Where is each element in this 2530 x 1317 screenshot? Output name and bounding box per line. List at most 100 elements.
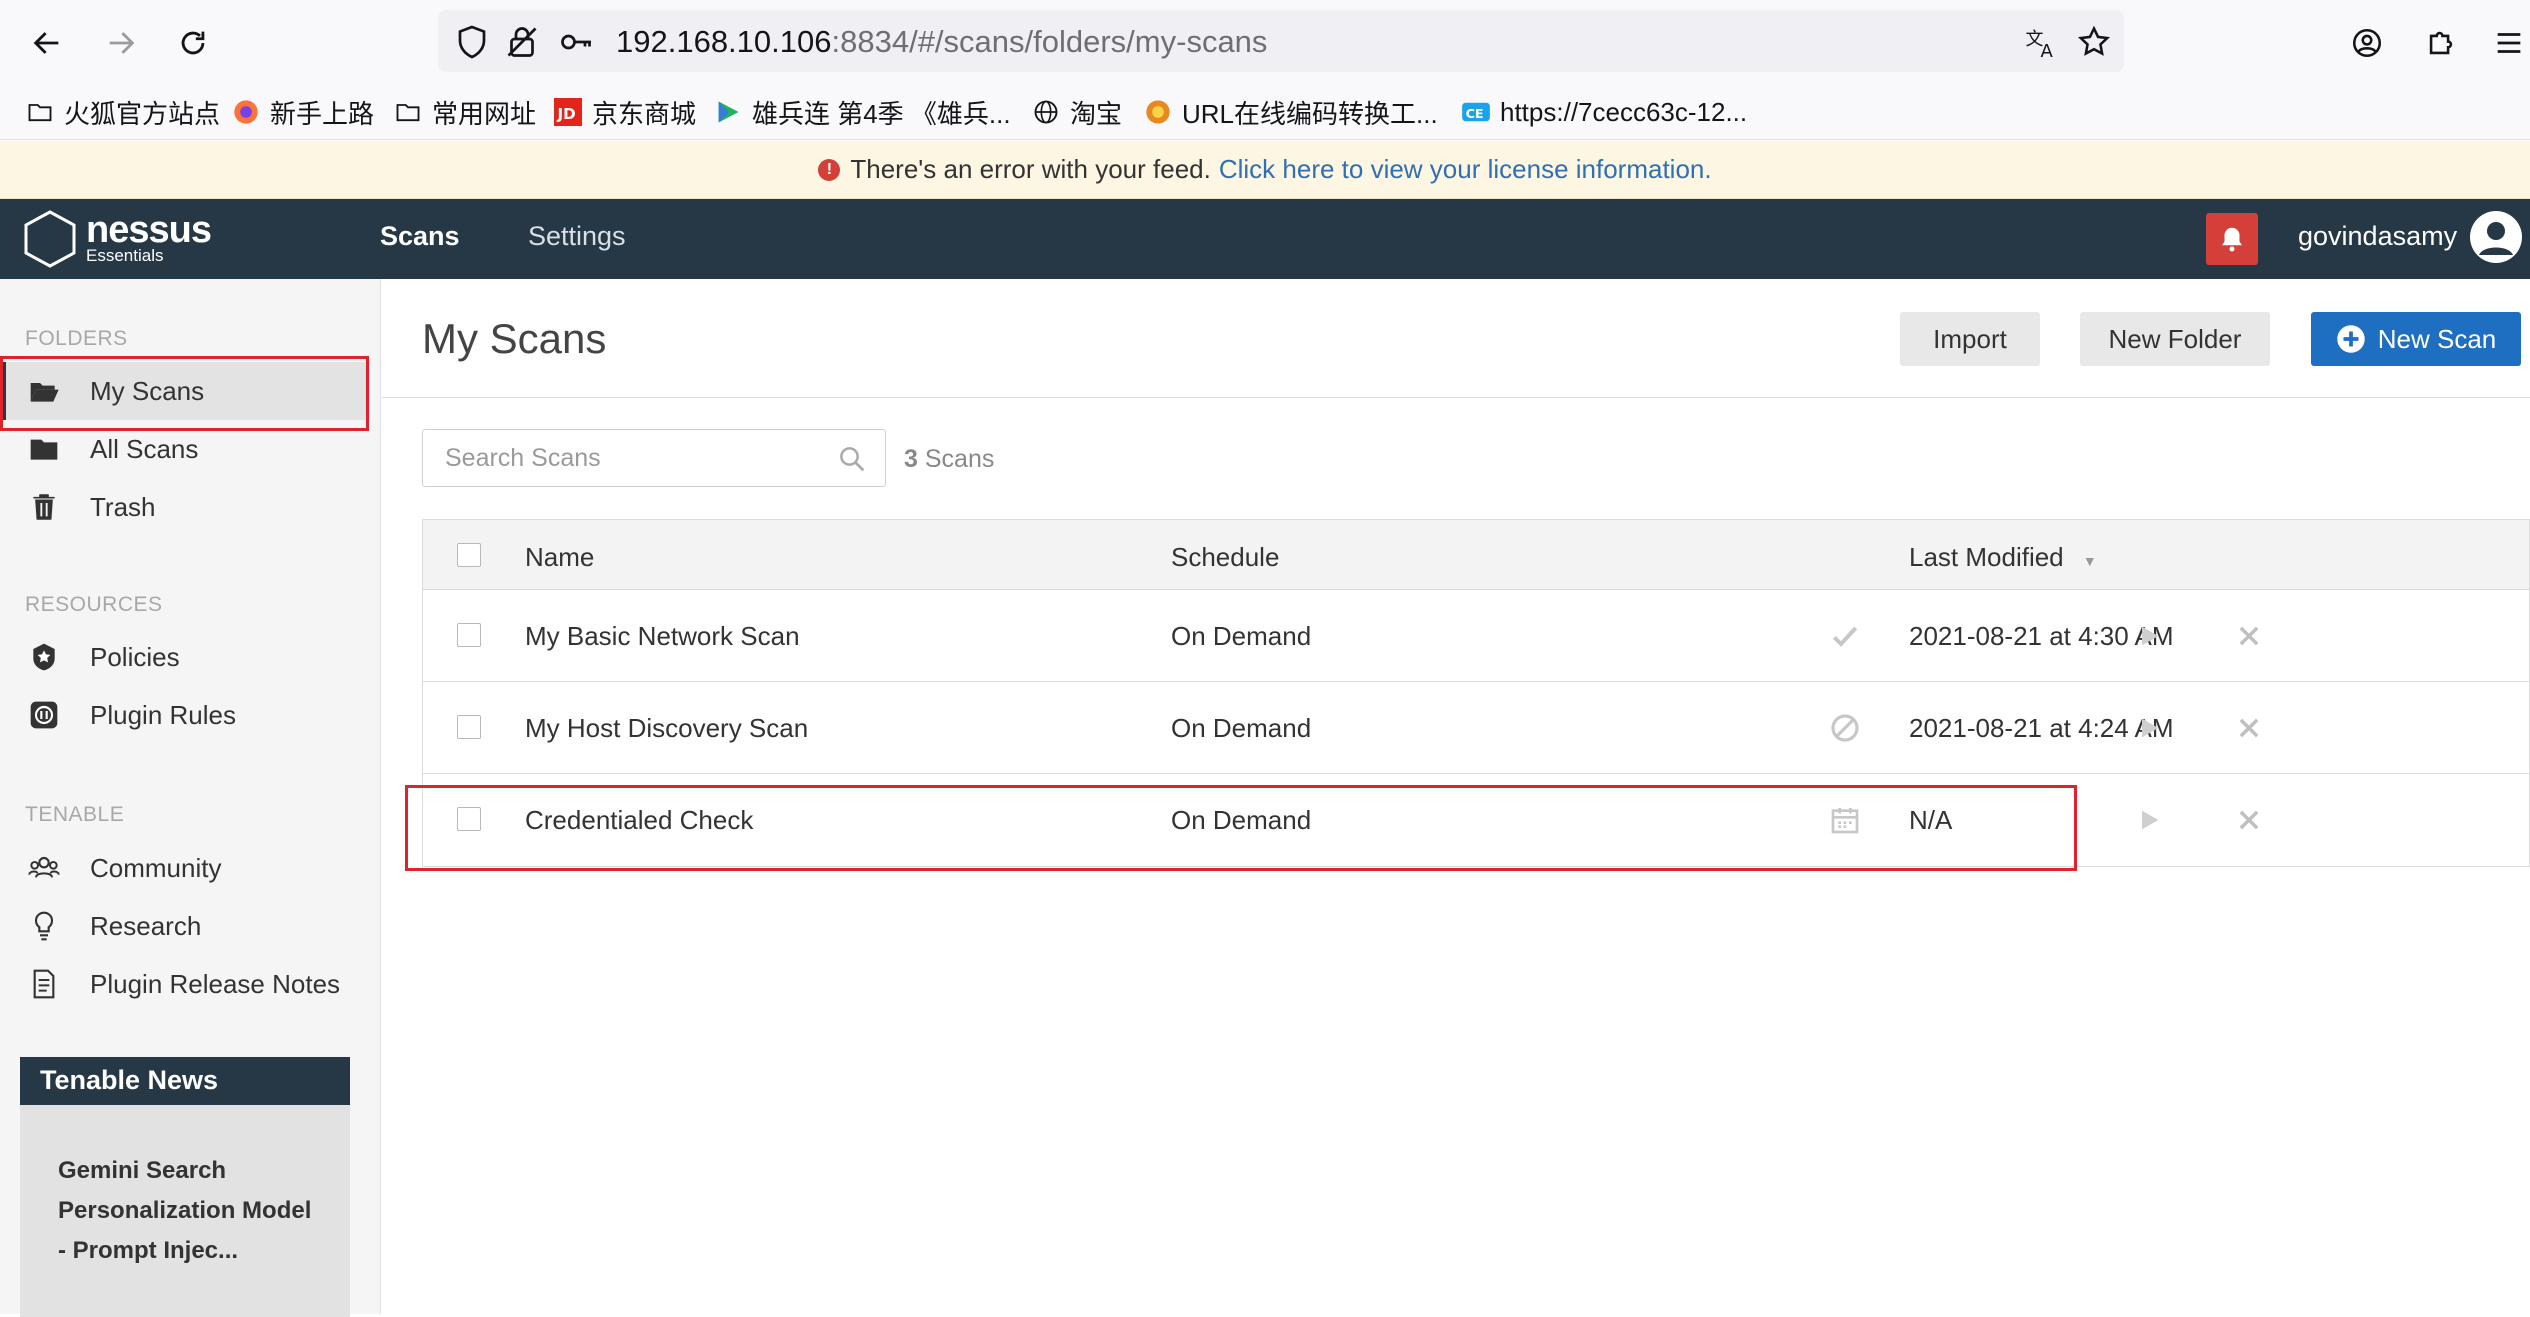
globe-icon: [1030, 96, 1062, 128]
launch-play-icon[interactable]: [2135, 714, 2163, 742]
lightbulb-icon: [34, 911, 54, 941]
document-icon: [33, 969, 55, 999]
highlight-box-credentialed-check: [405, 785, 2077, 871]
hexagon-logo-icon: [24, 210, 76, 268]
play-icon: [712, 96, 744, 128]
folders-section-label: FOLDERS: [25, 327, 128, 350]
reload-button[interactable]: [166, 16, 220, 70]
select-all-checkbox[interactable]: [457, 543, 481, 567]
bookmark-item[interactable]: URL在线编码转换工...: [1142, 92, 1438, 132]
import-button[interactable]: Import: [1900, 312, 2040, 366]
license-link[interactable]: Click here to view your license informat…: [1219, 154, 1712, 185]
sidebar-item-trash[interactable]: Trash: [0, 478, 370, 536]
column-header-name[interactable]: Name: [525, 542, 594, 573]
bookmark-star-icon[interactable]: [2076, 24, 2112, 60]
username[interactable]: govindasamy: [2298, 221, 2457, 252]
tool-icon: [1142, 96, 1174, 128]
svg-text:A: A: [2041, 41, 2054, 60]
canceled-icon: [1831, 714, 1859, 742]
bookmark-item[interactable]: JD 京东商城: [552, 92, 696, 132]
highlight-box-my-scans: [0, 356, 369, 431]
url-text[interactable]: 192.168.10.106:8834/#/scans/folders/my-s…: [616, 24, 1267, 60]
error-icon: !: [818, 158, 841, 181]
news-item-link[interactable]: Gemini Search Personalization Model - Pr…: [20, 1105, 350, 1271]
folder-icon: [392, 96, 424, 128]
nessus-logo[interactable]: nessus Essentials: [22, 209, 212, 269]
sidebar-item-policies[interactable]: Policies: [0, 628, 370, 686]
row-checkbox[interactable]: [457, 715, 481, 739]
column-header-schedule[interactable]: Schedule: [1171, 542, 1279, 573]
menu-button[interactable]: [2482, 16, 2530, 70]
bookmark-item[interactable]: 火狐官方站点: [24, 92, 220, 132]
account-icon: [2352, 28, 2382, 58]
table-row[interactable]: My Host Discovery Scan On Demand 2021-08…: [423, 682, 2529, 774]
bookmark-item[interactable]: 淘宝: [1030, 92, 1122, 132]
app-header: nessus Essentials Scans Settings govinda…: [0, 199, 2530, 279]
bookmark-item[interactable]: 常用网址: [392, 92, 536, 132]
launch-play-icon[interactable]: [2135, 622, 2163, 650]
tenable-section-label: TENABLE: [25, 803, 125, 826]
banner-message: There's an error with your feed.: [850, 154, 1211, 184]
new-scan-button[interactable]: New Scan: [2311, 312, 2521, 366]
news-title: Tenable News: [20, 1057, 350, 1105]
user-avatar[interactable]: [2470, 211, 2522, 263]
header-divider: [382, 397, 2530, 398]
feed-error-banner: ! There's an error with your feed. Click…: [0, 141, 2530, 199]
sort-down-icon: ▼: [2082, 553, 2097, 569]
bookmark-item[interactable]: 新手上路: [230, 92, 374, 132]
scan-schedule: On Demand: [1171, 621, 1312, 651]
bell-icon: [2222, 227, 2242, 252]
scan-schedule: On Demand: [1171, 713, 1312, 743]
search-icon[interactable]: [837, 444, 867, 474]
table-row[interactable]: My Basic Network Scan On Demand 2021-08-…: [423, 590, 2529, 682]
new-folder-button[interactable]: New Folder: [2080, 312, 2270, 366]
table-header: Name Schedule Last Modified ▼: [423, 520, 2529, 590]
resources-section-label: RESOURCES: [25, 593, 163, 616]
trash-icon: [33, 494, 55, 520]
forward-arrow-icon: [109, 32, 135, 54]
bookmark-item[interactable]: 雄兵连 第4季 《雄兵...: [712, 92, 1011, 132]
policy-badge-icon: [33, 643, 55, 671]
folder-icon: [30, 439, 58, 460]
address-bar[interactable]: 192.168.10.106:8834/#/scans/folders/my-s…: [438, 10, 2124, 72]
hamburger-icon: [2497, 33, 2521, 53]
scan-name[interactable]: My Basic Network Scan: [525, 621, 800, 652]
translate-icon[interactable]: 文A: [2024, 24, 2060, 60]
plus-circle-icon: [2337, 325, 2365, 353]
delete-x-icon[interactable]: [2235, 622, 2263, 650]
scan-name[interactable]: My Host Discovery Scan: [525, 713, 808, 744]
sidebar-item-research[interactable]: Research: [0, 897, 370, 955]
shield-icon[interactable]: [454, 24, 490, 60]
account-button[interactable]: [2340, 16, 2394, 70]
search-input[interactable]: [443, 443, 823, 474]
sidebar-item-community[interactable]: Community: [0, 839, 370, 897]
column-header-last-modified[interactable]: Last Modified ▼: [1909, 542, 2097, 573]
delete-x-icon[interactable]: [2235, 714, 2263, 742]
search-box[interactable]: [422, 429, 886, 487]
back-button[interactable]: [20, 16, 74, 70]
delete-x-icon[interactable]: [2235, 806, 2263, 834]
scan-count: 3 Scans: [904, 445, 995, 473]
tab-scans[interactable]: Scans: [380, 221, 460, 252]
tab-settings[interactable]: Settings: [528, 221, 626, 252]
browser-toolbar: 192.168.10.106:8834/#/scans/folders/my-s…: [0, 0, 2530, 86]
sidebar-item-plugin-release-notes[interactable]: Plugin Release Notes: [0, 955, 370, 1013]
sidebar-item-plugin-rules[interactable]: Plugin Rules: [0, 686, 370, 744]
svg-text:JD: JD: [557, 105, 576, 123]
firefox-icon: [230, 96, 262, 128]
sidebar: FOLDERS My Scans All Scans Trash RESOURC…: [0, 279, 381, 1317]
bookmarks-bar: 火狐官方站点 新手上路 常用网址 JD 京东商城 雄兵连 第4季 《雄兵... …: [0, 86, 2530, 140]
notifications-button[interactable]: [2206, 213, 2258, 265]
forward-button[interactable]: [94, 16, 148, 70]
ce-icon: CE: [1460, 96, 1492, 128]
launch-play-icon[interactable]: [2135, 806, 2163, 834]
scan-last-modified: 2021-08-21 at 4:30 AM: [1909, 621, 2174, 651]
logo-wordmark: nessus: [86, 209, 212, 251]
bookmark-item[interactable]: CE https://7cecc63c-12...: [1460, 92, 1747, 132]
page-title: My Scans: [422, 315, 607, 362]
back-arrow-icon: [33, 32, 59, 54]
extensions-button[interactable]: [2414, 16, 2468, 70]
key-icon[interactable]: [558, 24, 594, 60]
row-checkbox[interactable]: [457, 623, 481, 647]
insecure-lock-icon[interactable]: [504, 24, 540, 60]
